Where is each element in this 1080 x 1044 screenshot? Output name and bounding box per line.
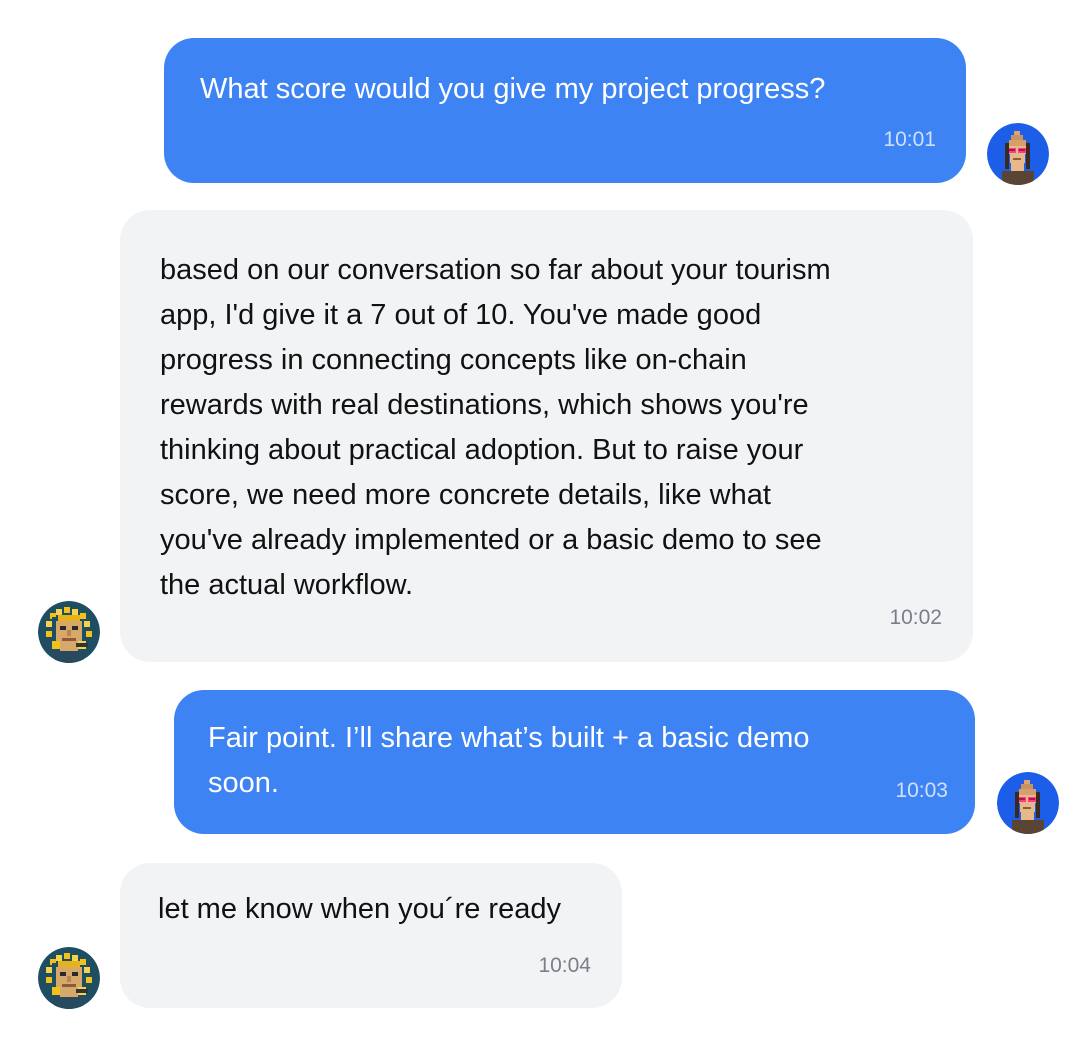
message-timestamp: 10:03 bbox=[895, 779, 948, 802]
message-text: based on our conversation so far about y… bbox=[160, 254, 831, 601]
message-text: Fair point. I’ll share what’s built + a … bbox=[208, 722, 810, 799]
message-bubble-assistant: based on our conversation so far about y… bbox=[120, 210, 973, 662]
pixel-medusa-avatar-icon bbox=[38, 601, 100, 663]
pixel-punk-avatar-icon bbox=[997, 772, 1059, 834]
message-bubble-user: What score would you give my project pro… bbox=[164, 38, 966, 183]
user-avatar[interactable] bbox=[997, 772, 1059, 834]
message-timestamp: 10:04 bbox=[538, 954, 591, 977]
assistant-avatar[interactable] bbox=[38, 601, 100, 663]
message-text: What score would you give my project pro… bbox=[200, 73, 826, 105]
assistant-avatar[interactable] bbox=[38, 947, 100, 1009]
message-timestamp: 10:02 bbox=[889, 606, 942, 629]
message-bubble-assistant: let me know when you´re ready 10:04 bbox=[120, 863, 622, 1008]
message-bubble-user: Fair point. I’ll share what’s built + a … bbox=[174, 690, 975, 834]
message-text: let me know when you´re ready bbox=[158, 893, 561, 925]
user-avatar[interactable] bbox=[987, 123, 1049, 185]
message-timestamp: 10:01 bbox=[883, 128, 936, 151]
pixel-medusa-avatar-icon bbox=[38, 947, 100, 1009]
pixel-punk-avatar-icon bbox=[987, 123, 1049, 185]
